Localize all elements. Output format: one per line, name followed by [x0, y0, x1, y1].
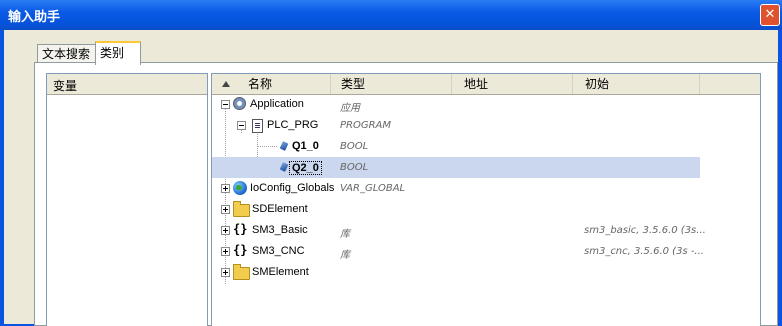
- tree-row-q1-0[interactable]: Q1_0 BOOL: [212, 136, 760, 157]
- tree-row-sdelement[interactable]: SDElement: [212, 199, 760, 220]
- category-list[interactable]: 变量: [46, 73, 208, 326]
- folder-icon: [233, 201, 250, 217]
- tree-row-name: SM3_Basic: [252, 224, 308, 236]
- collapse-icon[interactable]: [237, 121, 246, 130]
- tree-row-type: 库: [340, 250, 350, 261]
- tree-row-application[interactable]: Application 应用: [212, 94, 760, 115]
- input-assistant-window: 输入助手 ✕ 文本搜索 类别 变量 名称 类型 地址 初始 Applicatio…: [0, 0, 782, 326]
- tree-row-name: Q2_0: [289, 161, 322, 175]
- sort-ascending-icon: [222, 81, 230, 87]
- column-initial-label: 初始: [585, 77, 610, 91]
- tree-row-ioconfig-globals[interactable]: IoConfig_Globals VAR_GLOBAL: [212, 178, 760, 199]
- window-title: 输入助手: [8, 10, 61, 25]
- tree-row-type: 应用: [340, 103, 360, 114]
- column-name-label: 名称: [248, 77, 273, 91]
- tree-row-initial: sm3_basic, 3.5.6.0 (3s...: [584, 225, 706, 236]
- category-list-header: 变量: [47, 74, 207, 95]
- title-bar[interactable]: 输入助手 ✕: [0, 0, 782, 30]
- tree-row-name: Application: [250, 98, 304, 110]
- expand-icon[interactable]: [221, 268, 230, 277]
- folder-icon: [233, 264, 250, 280]
- close-button[interactable]: ✕: [760, 4, 780, 26]
- symbol-tree[interactable]: 名称 类型 地址 初始 Application 应用 PLC_PRG PROGR…: [211, 73, 761, 326]
- tree-row-type: BOOL: [340, 162, 369, 173]
- library-icon: {}: [233, 243, 248, 257]
- tree-row-name: IoConfig_Globals: [250, 182, 335, 194]
- tab-category[interactable]: 类别: [95, 41, 141, 65]
- dialog-body: 文本搜索 类别 变量 名称 类型 地址 初始 Application 应用 PL…: [4, 30, 778, 326]
- variable-icon: [279, 162, 289, 172]
- library-icon: {}: [233, 222, 248, 236]
- tree-row-name: SMElement: [252, 266, 309, 278]
- expand-icon[interactable]: [221, 184, 230, 193]
- category-item-variables[interactable]: 变量: [53, 77, 77, 94]
- program-icon: [252, 119, 263, 133]
- column-initial[interactable]: 初始: [573, 74, 700, 94]
- tree-row-q2-0[interactable]: Q2_0 BOOL: [212, 157, 700, 178]
- tree-row-type: PROGRAM: [340, 120, 392, 131]
- globe-icon: [233, 181, 247, 195]
- tree-row-type: BOOL: [340, 141, 369, 152]
- application-icon: [233, 97, 246, 110]
- collapse-icon[interactable]: [221, 100, 230, 109]
- tree-row-smelement[interactable]: SMElement: [212, 262, 760, 283]
- tree-row-name: SM3_CNC: [252, 245, 305, 257]
- column-address-label: 地址: [464, 77, 489, 91]
- expand-icon[interactable]: [221, 226, 230, 235]
- expand-icon[interactable]: [221, 247, 230, 256]
- tree-row-sm3-cnc[interactable]: {} SM3_CNC 库 sm3_cnc, 3.5.6.0 (3s -...: [212, 241, 760, 262]
- tree-row-plc-prg[interactable]: PLC_PRG PROGRAM: [212, 115, 760, 136]
- column-headers: 名称 类型 地址 初始: [212, 74, 760, 95]
- tab-text-search[interactable]: 文本搜索: [37, 44, 101, 63]
- expand-icon[interactable]: [221, 205, 230, 214]
- column-type-label: 类型: [341, 77, 366, 91]
- column-type[interactable]: 类型: [331, 74, 452, 94]
- tree-row-initial: sm3_cnc, 3.5.6.0 (3s -...: [584, 246, 704, 257]
- tree-row-name: SDElement: [252, 203, 308, 215]
- tree-row-type: 库: [340, 229, 350, 240]
- variable-icon: [279, 141, 289, 151]
- close-icon: ✕: [764, 7, 776, 22]
- tree-row-type: VAR_GLOBAL: [340, 183, 406, 194]
- tree-row-name: PLC_PRG: [267, 119, 319, 131]
- column-address[interactable]: 地址: [452, 74, 573, 94]
- column-name[interactable]: 名称: [212, 74, 331, 94]
- category-panel: 变量 名称 类型 地址 初始 Application 应用 PLC_PRG PR…: [34, 62, 778, 326]
- tree-row-name: Q1_0: [292, 140, 319, 152]
- tree-row-sm3-basic[interactable]: {} SM3_Basic 库 sm3_basic, 3.5.6.0 (3s...: [212, 220, 760, 241]
